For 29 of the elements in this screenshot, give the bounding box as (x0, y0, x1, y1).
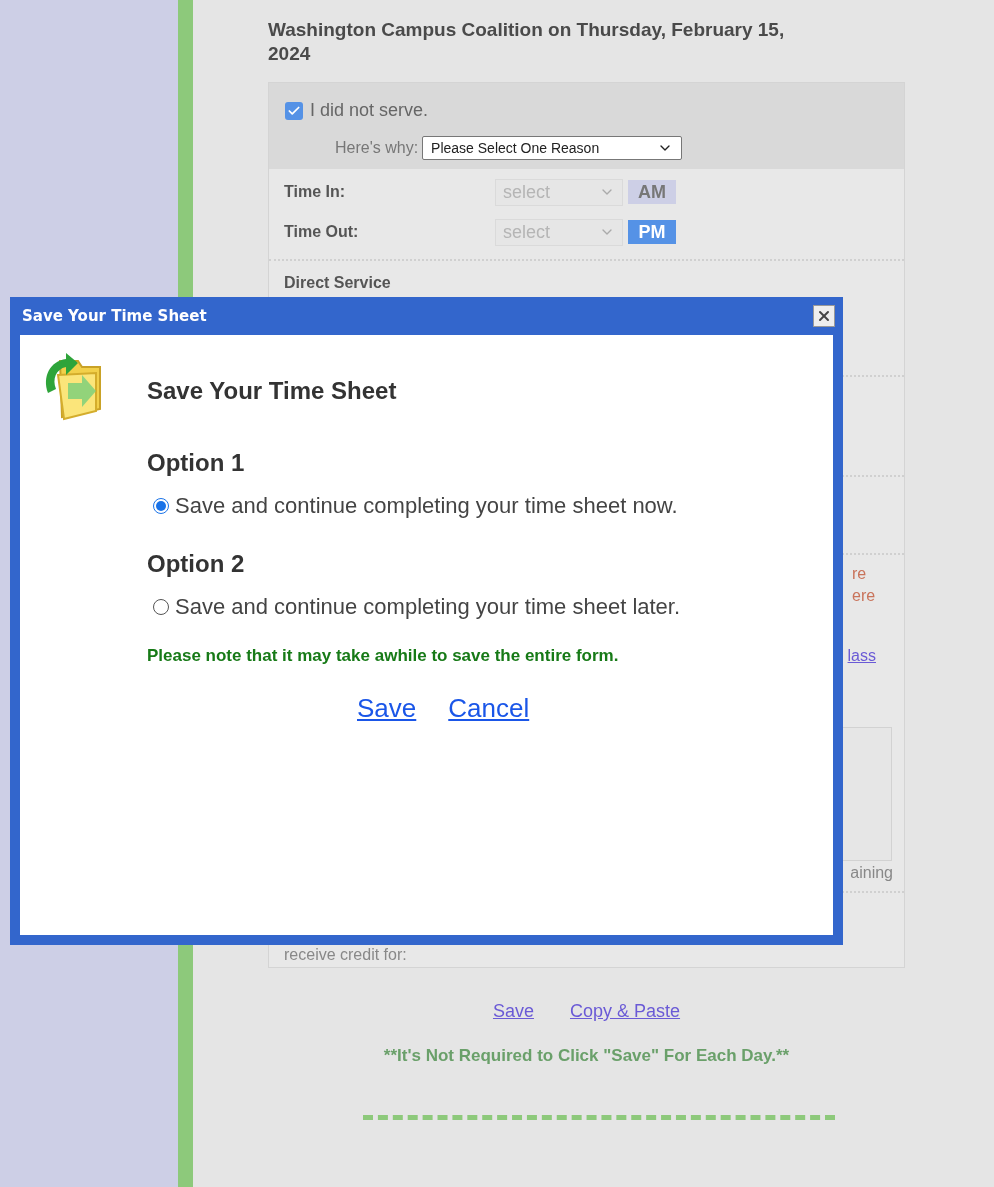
time-label: Time Out: (284, 222, 360, 242)
dialog-title: Save Your Time Sheet (22, 305, 207, 327)
reason-dropdown[interactable]: Please Select One Reason (422, 136, 683, 160)
checkbox-label: I did not serve. (310, 99, 429, 122)
credit-text: receive credit for: (284, 946, 407, 963)
footer-note: **It's Not Required to Click "Save" For Each Day.** (382, 1045, 791, 1067)
link-fragment[interactable]: lass (840, 645, 876, 667)
dialog-heading: Save Your Time Sheet (147, 376, 398, 406)
close-button[interactable] (813, 305, 835, 327)
section-heading: Direct Service (284, 274, 391, 291)
checkbox[interactable] (285, 101, 303, 120)
meridiem-toggle[interactable]: PM (628, 220, 676, 244)
dialog-link[interactable]: Save (357, 688, 417, 728)
close-icon (816, 308, 832, 324)
footer-link[interactable]: Copy & Paste (570, 998, 681, 1025)
save-note: Please note that it may take awhile to save the entire form. (147, 645, 620, 667)
option-label: Save and continue completing your time sheet now. (175, 492, 678, 520)
option-heading: Option 1 (147, 448, 246, 478)
meridiem-toggle[interactable]: AM (628, 180, 676, 204)
character-counter: aining (850, 863, 893, 883)
time-label: Time In: (284, 182, 347, 202)
page-title: Washington Campus Coalition on Thursday, February 15, 2024 (268, 18, 786, 66)
warning-fragment: re (852, 564, 868, 584)
footer-link[interactable]: Save (492, 998, 534, 1025)
warning-fragment: ere (852, 586, 876, 606)
dialog-link[interactable]: Cancel (448, 688, 530, 728)
reason-label: Here's why: (335, 138, 419, 158)
option-heading: Option 2 (147, 549, 246, 579)
option-label: Save and continue completing your time sheet later. (175, 593, 681, 621)
